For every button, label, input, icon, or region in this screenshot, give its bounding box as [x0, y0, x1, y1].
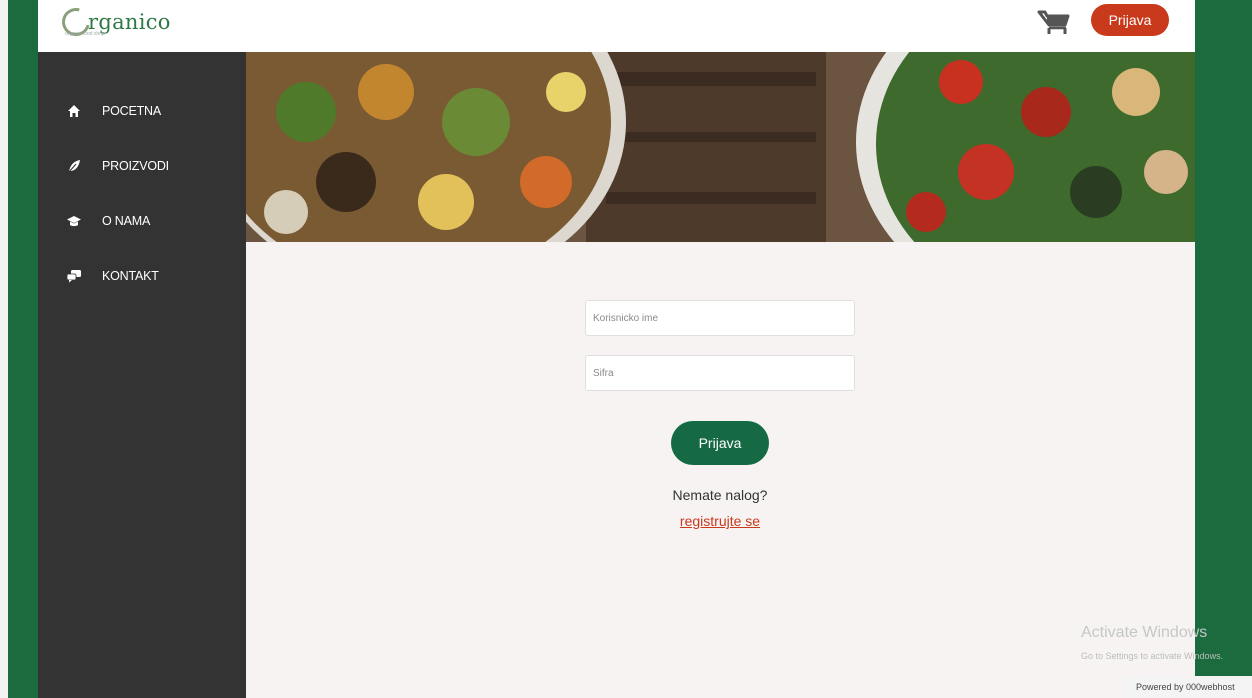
sidebar-item-label: PROIZVODI: [102, 159, 169, 173]
no-account-text: Nemate nalog?: [672, 487, 768, 503]
sidebar-item-pocetna[interactable]: POCETNA: [38, 94, 246, 128]
activate-windows-watermark: Activate Windows: [1081, 624, 1208, 641]
password-input[interactable]: [585, 355, 855, 391]
page-frame-right: [1195, 0, 1252, 698]
activate-windows-subtext: Go to Settings to activate Windows.: [1081, 651, 1224, 661]
username-input[interactable]: [585, 300, 855, 336]
sidebar-item-label: POCETNA: [102, 104, 162, 118]
sidebar-item-proizvodi[interactable]: PROIZVODI: [38, 149, 246, 183]
top-header: rganico organic food shop Prijava: [38, 0, 1195, 52]
page-frame-left: [8, 0, 38, 698]
powered-by-badge[interactable]: Powered by 000webhost: [1124, 676, 1252, 698]
sidebar-item-label: O NAMA: [102, 214, 151, 228]
register-link[interactable]: registrujte se: [620, 513, 820, 529]
sidebar-item-kontakt[interactable]: KONTAKT: [38, 259, 246, 293]
sidebar-item-o-nama[interactable]: O NAMA: [38, 204, 246, 238]
login-submit-button[interactable]: Prijava: [671, 421, 769, 465]
window-left-edge: [0, 0, 8, 698]
graduation-cap-icon: [65, 212, 83, 230]
header-login-button[interactable]: Prijava: [1091, 4, 1169, 36]
leaf-icon: [65, 157, 83, 175]
home-icon: [65, 102, 83, 120]
hero-banner-image: [246, 52, 1195, 242]
main-content: Prijava Nemate nalog? registrujte se: [246, 52, 1195, 698]
cart-icon[interactable]: [1037, 8, 1071, 36]
logo-tagline: organic food shop: [65, 31, 105, 37]
sidebar: POCETNA PROIZVODI O NAMA KONTAKT: [38, 52, 246, 698]
sidebar-item-label: KONTAKT: [102, 269, 159, 283]
chat-icon: [65, 267, 83, 285]
